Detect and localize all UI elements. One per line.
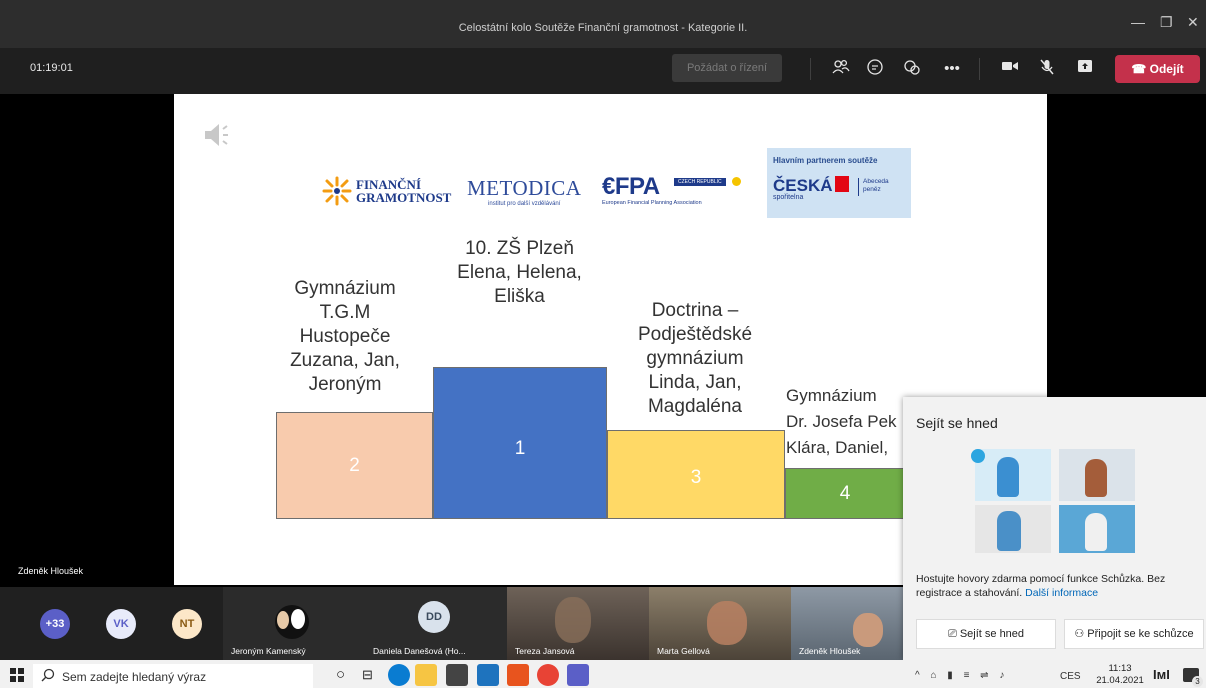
efpa-subtitle: European Financial Planning Association <box>602 200 702 206</box>
efpa-logo: €FPA CZECH REPUBLIC European Financial P… <box>602 174 741 206</box>
chrome-icon[interactable] <box>537 664 559 686</box>
meeting-toolbar <box>0 48 1206 94</box>
participant-video-tile[interactable]: Tereza Jansová <box>507 587 649 660</box>
participant-name: Daniela Danešová (Ho... <box>373 646 466 656</box>
abeceda-penez-text: Abeceda peněz <box>863 178 889 193</box>
clock-time: 11:13 <box>1108 663 1132 674</box>
minimize-icon[interactable]: — <box>1131 14 1145 30</box>
microphone-muted-icon[interactable] <box>1035 58 1059 80</box>
participant-name: Marta Gellová <box>657 646 710 656</box>
participant-tile[interactable]: DD Daniela Danešová (Ho... <box>365 587 507 660</box>
participant-video-tile[interactable]: Zdeněk Hloušek <box>791 587 903 660</box>
more-options-icon[interactable]: ••• <box>940 58 964 80</box>
join-meeting-button[interactable]: ⚇ Připojit se ke schůzce <box>1064 619 1204 649</box>
video-icon: ⎚ <box>947 628 957 640</box>
ceska-sporitelna-icon <box>835 176 849 192</box>
task-view-icon[interactable]: ⊟ <box>362 667 373 683</box>
podium-number: 4 <box>839 483 851 504</box>
leave-label: Odejít <box>1149 62 1184 76</box>
participant-video <box>853 613 883 647</box>
participant-video-tile[interactable]: Marta Gellová <box>649 587 791 660</box>
efpa-badge: CZECH REPUBLIC <box>674 178 726 186</box>
participants-icon[interactable] <box>829 58 853 80</box>
team-first-label: 10. ZŠ Plzeň Elena, Helena, Eliška <box>457 238 582 307</box>
efpa-dot-icon <box>732 177 741 186</box>
people-icon: ⚇ <box>1074 628 1085 640</box>
podium-second-place: 2 <box>276 412 433 519</box>
video-call-icon <box>971 449 985 463</box>
speaker-icon <box>202 120 238 155</box>
popup-title: Sejít se hned <box>916 415 998 431</box>
notification-count: 3 <box>1192 676 1203 687</box>
meet-now-label: Sejít se hned <box>959 628 1025 640</box>
partner-box: Hlavním partnerem soutěže ČESKÁ spořitel… <box>767 148 911 218</box>
partner-heading: Hlavním partnerem soutěže <box>773 156 878 165</box>
participant-photo <box>275 605 309 639</box>
podium-fourth-place: 4 <box>785 468 905 519</box>
more-info-link[interactable]: Další informace <box>1025 587 1098 599</box>
request-control-button[interactable]: Požádat o řízení <box>672 54 782 82</box>
more-participants-badge[interactable]: +33 <box>40 609 70 639</box>
metodica-subtitle: institut pro další vzdělávání <box>488 201 561 207</box>
presenter-name: Zdeněk Hloušek <box>18 566 84 576</box>
participant-avatar-vk[interactable]: VK <box>106 609 136 639</box>
camera-icon[interactable] <box>998 58 1022 80</box>
reactions-icon[interactable] <box>900 58 924 80</box>
edge-icon[interactable] <box>388 664 410 686</box>
team-fourth-label: Gymnázium Dr. Josefa Pek Klára, Daniel, <box>786 386 897 457</box>
ceska-text: ČESKÁ <box>773 176 833 195</box>
clock[interactable]: 11:13 21.04.2021 <box>1096 663 1144 687</box>
podium-number: 3 <box>690 467 702 488</box>
cortana-icon[interactable]: ○ <box>336 666 345 683</box>
windows-start-icon[interactable] <box>10 668 24 687</box>
mail-icon[interactable] <box>477 664 499 686</box>
chat-icon[interactable] <box>863 58 887 80</box>
file-explorer-icon[interactable] <box>415 664 437 686</box>
team-third-label: Doctrina – Podještědské gymnázium Linda,… <box>637 300 753 417</box>
sporitelna-text: spořitelna <box>773 194 804 201</box>
search-icon <box>41 668 55 687</box>
toolbar-divider <box>810 58 811 80</box>
title-bar: Celostátní kolo Soutěže Finanční gramotn… <box>0 0 1206 48</box>
teams-icon[interactable] <box>567 664 589 686</box>
metodica-logo: METODICA institut pro další vzdělávání <box>467 176 581 207</box>
podium-number: 1 <box>514 438 526 459</box>
toolbar-divider <box>979 58 980 80</box>
input-language[interactable]: CES <box>1060 671 1081 682</box>
system-tray-icons[interactable]: ^ ⌂ ▮ ≡ ⇌ ♪ <box>915 670 1008 681</box>
participant-avatar-nt[interactable]: NT <box>172 609 202 639</box>
participant-avatar-dd: DD <box>418 601 450 633</box>
office-icon[interactable] <box>507 664 529 686</box>
meeting-timer: 01:19:01 <box>30 62 73 74</box>
participant-name: Jeroným Kamenský <box>231 646 306 656</box>
share-screen-icon[interactable] <box>1073 58 1097 80</box>
metodica-text: METODICA <box>467 176 582 200</box>
participant-video <box>555 597 591 643</box>
meet-now-button[interactable]: ⎚ Sejít se hned <box>916 619 1056 649</box>
podium-first-place: 1 <box>433 367 607 519</box>
podium-number: 2 <box>349 455 360 476</box>
participant-name: Tereza Jansová <box>515 646 575 656</box>
popup-body: Hostujte hovory zdarma pomocí funkce Sch… <box>916 572 1196 600</box>
clock-date: 21.04.2021 <box>1096 675 1144 686</box>
fg-logo-line2: GRAMOTNOST <box>356 190 452 205</box>
taskbar-app-icon[interactable]: IᴍI <box>1153 667 1170 682</box>
maximize-icon[interactable]: ❐ <box>1160 14 1173 31</box>
meet-illustration <box>971 449 1135 553</box>
phone-hangup-icon: ☎ <box>1131 62 1147 76</box>
search-placeholder: Sem zadejte hledaný výraz <box>62 670 207 684</box>
participant-name: Zdeněk Hloušek <box>799 646 861 656</box>
close-icon[interactable]: ✕ <box>1187 14 1199 31</box>
participant-video <box>707 601 747 645</box>
partner-divider <box>858 178 859 196</box>
leave-button[interactable]: ☎ Odejít <box>1115 55 1200 83</box>
store-icon[interactable] <box>446 664 468 686</box>
join-meeting-label: Připojit se ke schůzce <box>1087 628 1194 640</box>
participant-tile[interactable]: Jeroným Kamenský <box>223 587 365 660</box>
notification-icon[interactable]: 3 <box>1183 668 1203 687</box>
team-second-label: Gymnázium T.G.M Hustopeče Zuzana, Jan, J… <box>290 278 400 395</box>
podium-third-place: 3 <box>607 430 785 519</box>
